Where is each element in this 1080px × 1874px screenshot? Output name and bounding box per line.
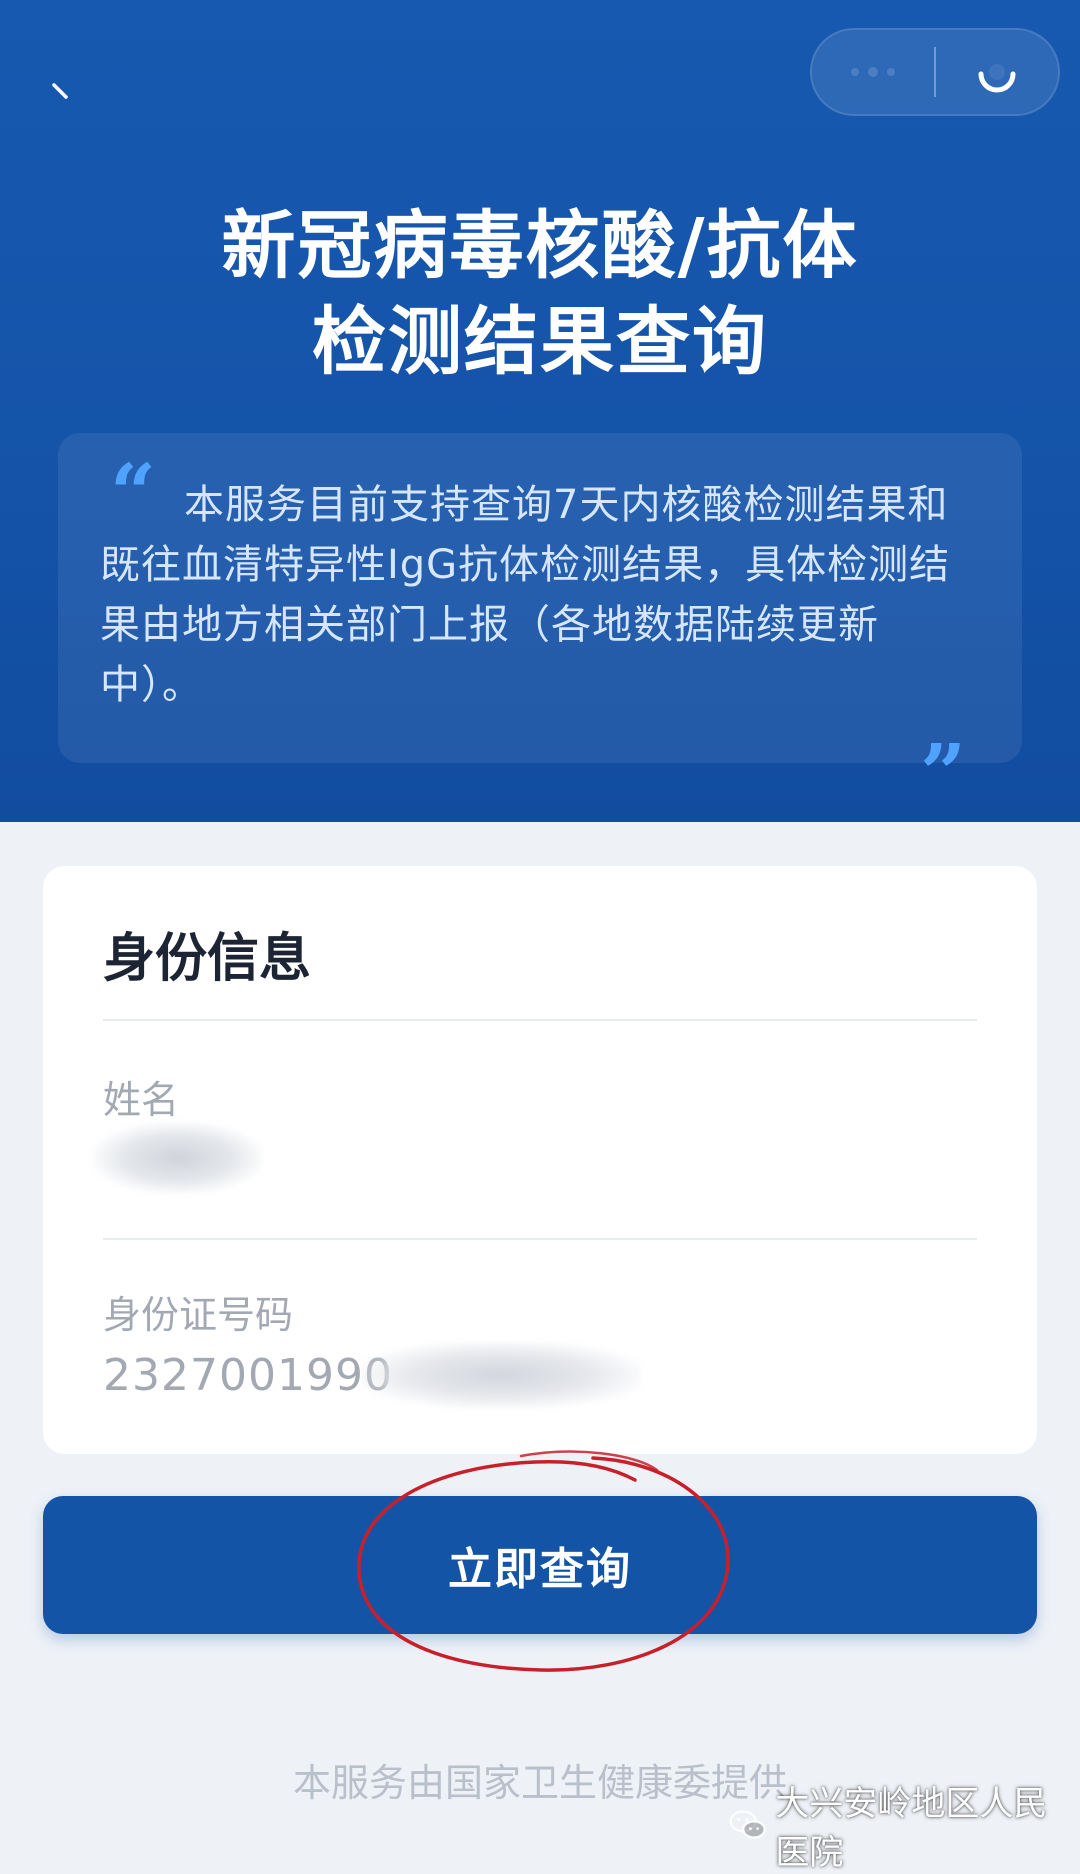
page-title-line-1: 新冠病毒核酸/抗体 bbox=[221, 202, 859, 289]
quote-close-icon: ” bbox=[920, 726, 967, 820]
back-chevron-icon bbox=[52, 83, 68, 99]
notice-card: “ 本服务目前支持查询7天内核酸检测结果和既往血清特异性IgG抗体检测结果，具体… bbox=[58, 433, 1022, 813]
query-now-button[interactable]: 立即查询 bbox=[43, 1496, 1037, 1634]
id-number-label: 身份证号码 bbox=[103, 1293, 294, 1337]
header-banner: 新冠病毒核酸/抗体 检测结果查询 “ 本服务目前支持查询7天内核酸检测结果和既往… bbox=[0, 0, 1080, 822]
close-button[interactable] bbox=[936, 30, 1058, 114]
id-number-field[interactable]: 2327001990 bbox=[103, 1350, 393, 1401]
name-redaction-blur bbox=[93, 1122, 263, 1194]
watermark: 大兴安岭地区人民医院 bbox=[728, 1776, 1080, 1874]
more-dots-icon bbox=[851, 67, 896, 77]
page-title-line-2: 检测结果查询 bbox=[312, 298, 768, 385]
back-button[interactable] bbox=[30, 55, 90, 115]
more-button[interactable] bbox=[812, 30, 934, 114]
identity-card-title: 身份信息 bbox=[103, 929, 312, 989]
mini-program-capsule bbox=[810, 28, 1060, 116]
divider bbox=[103, 1238, 977, 1240]
service-notice: 本服务目前支持查询7天内核酸检测结果和既往血清特异性IgG抗体检测结果，具体检测… bbox=[100, 482, 951, 708]
close-circle-icon bbox=[978, 64, 1016, 93]
identity-card: 身份信息 姓名 身份证号码 2327001990 bbox=[43, 866, 1037, 1454]
divider bbox=[103, 1019, 977, 1021]
page-title: 新冠病毒核酸/抗体 检测结果查询 bbox=[0, 198, 1080, 390]
wechat-icon bbox=[729, 1810, 766, 1839]
watermark-text: 大兴安岭地区人民医院 bbox=[775, 1784, 1048, 1873]
id-redaction-blur bbox=[361, 1342, 641, 1408]
name-label: 姓名 bbox=[103, 1078, 180, 1122]
